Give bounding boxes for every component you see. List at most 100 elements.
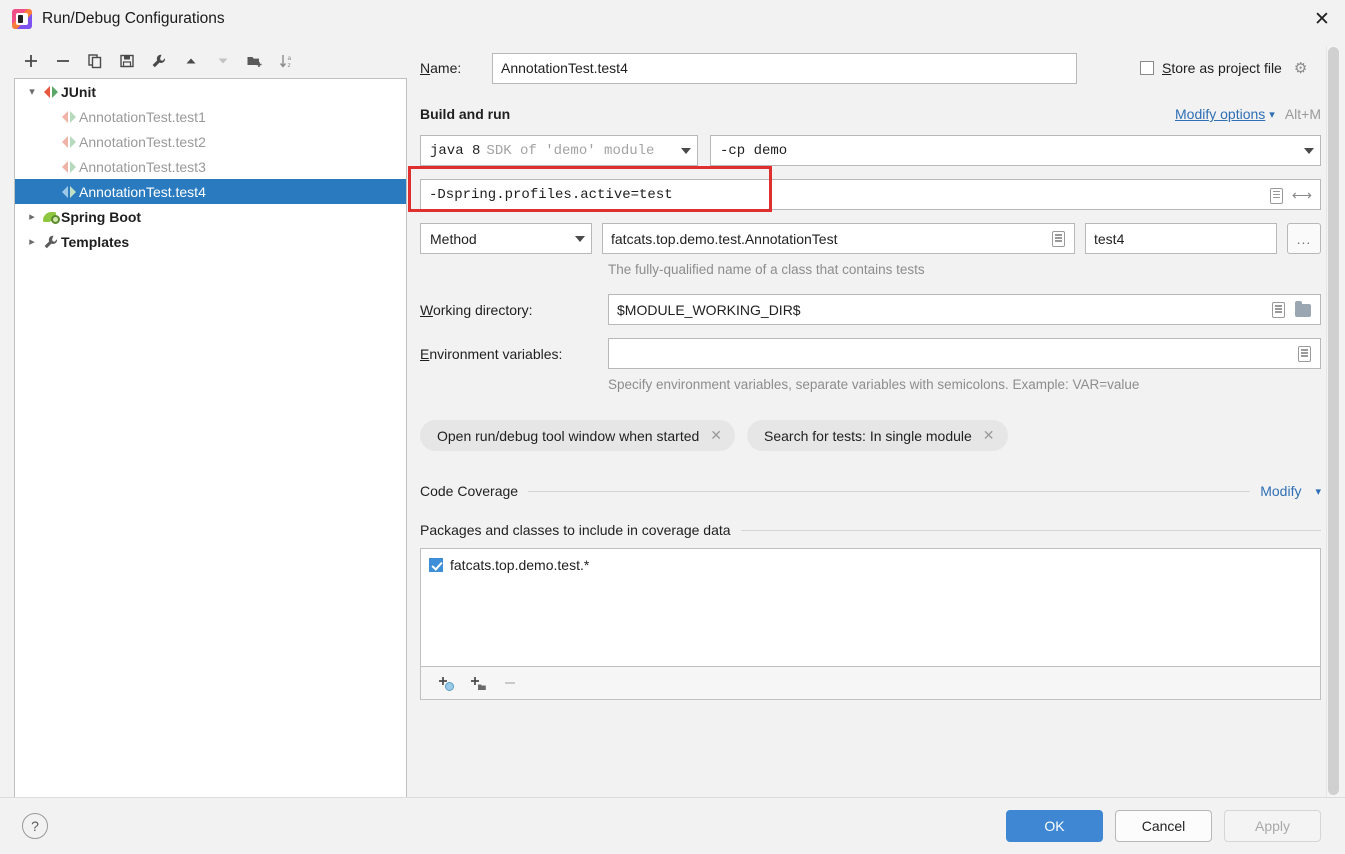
gear-icon[interactable]: ⚙ <box>1294 59 1307 77</box>
packages-header-label: Packages and classes to include in cover… <box>420 522 731 538</box>
vm-options-value: -Dspring.profiles.active=test <box>429 186 673 203</box>
coverage-pattern-checkbox[interactable] <box>429 558 443 572</box>
configuration-editor-panel: Name: AnnotationTest.test4 Store as proj… <box>408 46 1321 798</box>
environment-variables-input[interactable] <box>608 338 1321 369</box>
tree-node-label: AnnotationTest.test4 <box>79 183 206 200</box>
help-button[interactable]: ? <box>22 813 48 839</box>
chevron-down-icon[interactable]: ▾ <box>23 85 41 98</box>
apply-button[interactable]: Apply <box>1224 810 1321 842</box>
store-as-project-file-label: Store as project file <box>1162 60 1282 76</box>
chevron-down-icon[interactable] <box>575 235 585 242</box>
insert-macro-icon[interactable] <box>1052 231 1065 247</box>
test-kind-select[interactable]: Method <box>420 223 592 254</box>
new-folder-button[interactable] <box>240 47 270 75</box>
sort-configurations-button[interactable]: a z <box>272 47 302 75</box>
code-coverage-header: Code Coverage Modify ▾ <box>420 483 1321 499</box>
scrollbar-thumb[interactable] <box>1328 47 1339 795</box>
browse-method-button[interactable]: ... <box>1287 223 1321 254</box>
tree-node-annotationtest-test3[interactable]: AnnotationTest.test3 <box>15 154 406 179</box>
store-as-project-file-checkbox[interactable] <box>1140 61 1154 75</box>
tree-node-annotationtest-test2[interactable]: AnnotationTest.test2 <box>15 129 406 154</box>
junit-icon <box>41 85 61 98</box>
list-item[interactable]: fatcats.top.demo.test.* <box>429 557 1320 573</box>
remove-configuration-button[interactable] <box>48 47 78 75</box>
tree-node-annotationtest-test1[interactable]: AnnotationTest.test1 <box>15 104 406 129</box>
vm-options-field[interactable]: -Dspring.profiles.active=test ⟷ <box>420 179 1321 210</box>
chip-label: Search for tests: In single module <box>764 427 972 444</box>
configurations-panel: a z ▾ JUnit AnnotationTest.test1 Annotat… <box>14 46 407 798</box>
test-target-row: Method fatcats.top.demo.test.AnnotationT… <box>420 223 1321 254</box>
tree-node-annotationtest-test4[interactable]: AnnotationTest.test4 <box>15 179 406 204</box>
chevron-down-icon[interactable] <box>1304 147 1314 154</box>
ok-button[interactable]: OK <box>1006 810 1103 842</box>
name-row: Name: AnnotationTest.test4 Store as proj… <box>420 52 1321 84</box>
chevron-down-icon[interactable]: ▾ <box>1269 108 1275 121</box>
junit-icon <box>59 185 79 198</box>
chevron-down-icon[interactable]: ▾ <box>1315 485 1321 498</box>
junit-icon <box>59 160 79 173</box>
options-chips-row: Open run/debug tool window when started … <box>420 420 1321 451</box>
working-directory-row: Working directory: $MODULE_WORKING_DIR$ <box>420 294 1321 325</box>
wrench-icon <box>41 234 61 250</box>
chip-open-run-debug-tool-window[interactable]: Open run/debug tool window when started … <box>420 420 736 451</box>
window-title: Run/Debug Configurations <box>42 10 225 27</box>
close-icon[interactable]: ✕ <box>983 427 995 444</box>
edit-templates-button[interactable] <box>144 47 174 75</box>
move-down-button[interactable] <box>208 47 238 75</box>
chevron-right-icon[interactable]: ▸ <box>23 210 41 223</box>
remove-pattern-button[interactable] <box>497 670 523 696</box>
store-as-project-file-option[interactable]: Store as project file ⚙ <box>1140 59 1307 77</box>
browse-folder-icon[interactable] <box>1295 301 1311 317</box>
sdk-value-suffix: SDK of 'demo' module <box>486 142 655 159</box>
cancel-button[interactable]: Cancel <box>1115 810 1212 842</box>
tree-node-templates[interactable]: ▸ Templates <box>15 229 406 254</box>
test-class-value: fatcats.top.demo.test.AnnotationTest <box>611 230 838 247</box>
coverage-modify-link[interactable]: Modify <box>1260 483 1301 499</box>
junit-icon <box>59 135 79 148</box>
add-package-pattern-button[interactable] <box>465 670 491 696</box>
configurations-tree[interactable]: ▾ JUnit AnnotationTest.test1 AnnotationT… <box>14 78 407 798</box>
editor-scrollbar[interactable] <box>1326 46 1339 798</box>
sdk-classpath-row: java 8 SDK of 'demo' module -cp demo <box>420 135 1321 166</box>
divider <box>740 529 1321 531</box>
name-input[interactable]: AnnotationTest.test4 <box>492 52 1077 84</box>
configurations-toolbar: a z <box>14 46 407 76</box>
test-class-hint: The fully-qualified name of a class that… <box>608 262 925 277</box>
window-title-bar: Run/Debug Configurations ✕ <box>0 0 1345 38</box>
insert-macro-icon[interactable] <box>1272 302 1285 318</box>
build-and-run-title: Build and run <box>420 106 511 122</box>
name-label: Name: <box>420 60 462 76</box>
add-configuration-button[interactable] <box>16 47 46 75</box>
move-up-button[interactable] <box>176 47 206 75</box>
insert-macro-icon[interactable] <box>1269 187 1283 204</box>
tree-node-spring-boot[interactable]: ▸ Spring Boot <box>15 204 406 229</box>
svg-text:a: a <box>287 55 291 62</box>
test-method-field[interactable]: test4 <box>1085 223 1277 254</box>
close-icon[interactable]: ✕ <box>1299 0 1345 38</box>
tree-node-junit[interactable]: ▾ JUnit <box>15 79 406 104</box>
close-icon[interactable]: ✕ <box>710 427 722 444</box>
save-configuration-button[interactable] <box>112 47 142 75</box>
chip-search-for-tests[interactable]: Search for tests: In single module ✕ <box>747 420 1008 451</box>
copy-configuration-button[interactable] <box>80 47 110 75</box>
chevron-right-icon[interactable]: ▸ <box>23 235 41 248</box>
classpath-select[interactable]: -cp demo <box>710 135 1321 166</box>
build-and-run-header: Build and run Modify options ▾ Alt+M <box>420 106 1321 122</box>
coverage-list-toolbar <box>420 667 1321 700</box>
modify-options-shortcut: Alt+M <box>1284 106 1321 122</box>
expand-icon[interactable]: ⟷ <box>1292 187 1312 204</box>
tree-node-label: Templates <box>61 233 130 250</box>
working-directory-input[interactable]: $MODULE_WORKING_DIR$ <box>608 294 1321 325</box>
jre-select[interactable]: java 8 SDK of 'demo' module <box>420 135 698 166</box>
chevron-down-icon[interactable] <box>681 147 691 154</box>
insert-macro-icon[interactable] <box>1298 346 1311 362</box>
working-directory-value: $MODULE_WORKING_DIR$ <box>617 301 801 318</box>
test-class-field[interactable]: fatcats.top.demo.test.AnnotationTest <box>602 223 1075 254</box>
coverage-patterns-list[interactable]: fatcats.top.demo.test.* <box>420 548 1321 667</box>
environment-variables-row: Environment variables: <box>420 338 1321 369</box>
tree-node-label: AnnotationTest.test3 <box>79 158 206 175</box>
classpath-value: -cp demo <box>720 142 788 159</box>
add-class-pattern-button[interactable] <box>433 670 459 696</box>
modify-options-link[interactable]: Modify options <box>1175 106 1265 122</box>
coverage-pattern-label: fatcats.top.demo.test.* <box>450 557 590 573</box>
